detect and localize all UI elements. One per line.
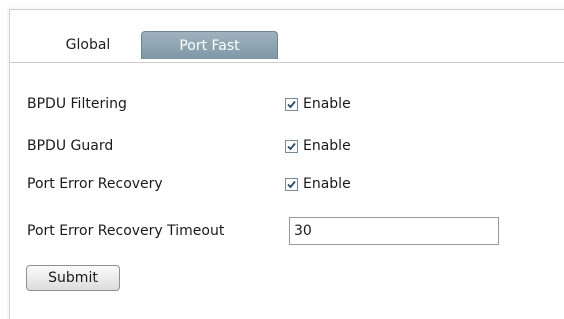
timeout-input[interactable] (289, 217, 499, 245)
port-error-recovery-checkbox[interactable] (285, 177, 298, 191)
port-error-recovery-label: Port Error Recovery (27, 176, 163, 192)
bpdu-filtering-checkbox[interactable] (285, 97, 298, 111)
check-icon (287, 142, 296, 150)
settings-panel: Global Port Fast BPDU Filtering Enable B… (9, 9, 564, 319)
port-error-recovery-enable-label: Enable (303, 176, 351, 192)
bpdu-guard-checkbox[interactable] (285, 139, 298, 153)
tab-global[interactable]: Global (48, 31, 128, 59)
bpdu-guard-enable-label: Enable (303, 138, 351, 154)
tab-port-fast[interactable]: Port Fast (141, 31, 278, 59)
timeout-label: Port Error Recovery Timeout (27, 223, 225, 239)
bpdu-guard-label: BPDU Guard (27, 138, 114, 154)
submit-button[interactable]: Submit (26, 265, 120, 291)
bpdu-filtering-enable-label: Enable (303, 96, 351, 112)
bpdu-guard-enable[interactable]: Enable (285, 135, 351, 157)
check-icon (287, 100, 296, 108)
bpdu-filtering-label: BPDU Filtering (27, 96, 127, 112)
bpdu-filtering-enable[interactable]: Enable (285, 93, 351, 115)
check-icon (287, 180, 296, 188)
port-error-recovery-enable[interactable]: Enable (285, 173, 351, 195)
tab-bar: Global Port Fast (10, 10, 564, 63)
